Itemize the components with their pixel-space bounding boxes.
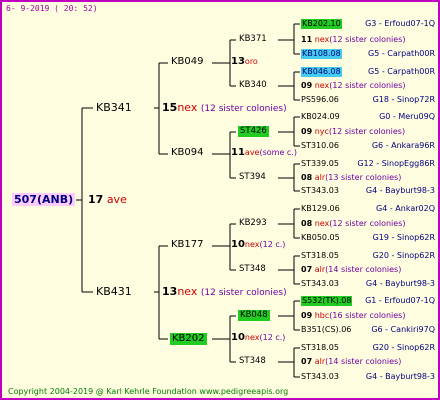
g4-id-1: KB108.08 xyxy=(301,49,342,59)
g4-id-13: B351(CS).06 xyxy=(301,325,352,334)
connector-kb048 xyxy=(278,300,300,331)
ggp-year-7: 07 alr(14 sister colonies) xyxy=(301,357,402,366)
copyright-footer: Copyright 2004-2019 @ Karl Kehrle Founda… xyxy=(8,387,289,396)
mother-kb341-year: 15nex (12 sister colonies) xyxy=(162,101,287,114)
ggp-kb340: KB340 xyxy=(239,80,267,90)
g4-id-0: KB202.10 xyxy=(301,19,342,29)
g4-loc-11: G4 - Bayburt98-3 xyxy=(365,279,435,288)
g4-id-10: ST318.05 xyxy=(301,251,339,260)
g4-id-12: S532(TK).08 xyxy=(301,296,353,306)
grandparent-kb049: KB049 xyxy=(171,56,204,67)
grandparent-kb094-year: 11ave(some c.) xyxy=(231,147,297,158)
g4-loc-6: G12 - SinopEgg86R xyxy=(357,159,435,168)
g4-id-9: KB050.05 xyxy=(301,233,340,242)
g4-id-7: ST343.03 xyxy=(301,186,339,195)
ggp-year-1: 09 nex(12 sister colonies) xyxy=(301,81,406,90)
g4-id-6: ST339.05 xyxy=(301,159,339,168)
ggp-year-2: 09 nyc(12 sister colonies) xyxy=(301,127,406,136)
ggp-year-3: 08 alr(13 sister colonies) xyxy=(301,173,402,182)
g4-loc-12: G1 - Erfoud07-1Q xyxy=(365,296,435,305)
root-year-label: 17 ave xyxy=(88,193,127,206)
g4-id-11: ST343.03 xyxy=(301,279,339,288)
connector-kb340 xyxy=(278,71,300,101)
grandparent-kb049-year: 13oro xyxy=(231,56,258,67)
connector-st426 xyxy=(278,116,300,147)
g4-loc-8: G4 - Ankar02Q xyxy=(376,204,435,213)
g4-id-5: ST310.06 xyxy=(301,141,339,150)
ggp-st394: ST394 xyxy=(239,172,266,182)
ggp-st348-a: ST348 xyxy=(239,264,266,274)
connector-kb293 xyxy=(278,208,300,239)
g4-loc-13: G6 - Cankiri97Q xyxy=(371,325,435,334)
ggp-kb371: KB371 xyxy=(239,34,267,44)
grandparent-kb177: KB177 xyxy=(171,239,204,250)
g4-loc-5: G6 - Ankara96R xyxy=(371,141,435,150)
pedigree-frame: 6- 9-2019 ( 20: 52) 507(ANB) 17 ave KB34… xyxy=(0,0,440,400)
connector-st348-b xyxy=(278,347,300,378)
father-kb431-year: 13nex (12 sister colonies) xyxy=(162,285,287,298)
g4-loc-2: G5 - Carpath00R xyxy=(368,67,435,76)
connector-kb371 xyxy=(278,23,300,55)
g4-loc-15: G4 - Bayburt98-3 xyxy=(365,372,435,381)
grandparent-kb202: KB202 xyxy=(170,333,207,345)
g4-id-4: KB024.09 xyxy=(301,112,340,121)
timestamp: 6- 9-2019 ( 20: 52) xyxy=(6,4,98,13)
g4-id-8: KB129.06 xyxy=(301,204,340,213)
father-kb431: KB431 xyxy=(96,285,132,298)
grandparent-kb202-year: 10nex(12 c.) xyxy=(231,332,286,343)
g4-id-14: ST318.05 xyxy=(301,343,339,352)
root-queen: 507(ANB) xyxy=(12,193,76,206)
g4-loc-3: G18 - Sinop72R xyxy=(372,95,435,104)
ggp-year-4: 08 nex(12 sister colonies) xyxy=(301,219,406,228)
g4-id-2: KB046.08 xyxy=(301,67,342,77)
connector-st348-a xyxy=(278,255,300,285)
g4-loc-10: G20 - Sinop62R xyxy=(372,251,435,260)
ggp-kb048: KB048 xyxy=(238,310,270,321)
g4-loc-9: G19 - Sinop62R xyxy=(372,233,435,242)
g4-id-15: ST343.03 xyxy=(301,372,339,381)
g4-loc-0: G3 - Erfoud07-1Q xyxy=(365,19,435,28)
grandparent-kb094: KB094 xyxy=(171,147,204,158)
grandparent-kb177-year: 10nex(12 c.) xyxy=(231,239,286,250)
g4-loc-4: G0 - Meru09Q xyxy=(379,112,435,121)
ggp-st348-b: ST348 xyxy=(239,356,266,366)
mother-kb341: KB341 xyxy=(96,101,132,114)
ggp-year-6: 09 hbc(16 sister colonies) xyxy=(301,311,406,320)
ggp-year-5: 07 alr(14 sister colonies) xyxy=(301,265,402,274)
g4-id-3: PS596.06 xyxy=(301,95,339,104)
ggp-year-0: 11 nex(12 sister colonies) xyxy=(301,35,406,44)
g4-loc-7: G4 - Bayburt98-3 xyxy=(365,186,435,195)
g4-loc-1: G5 - Carpath00R xyxy=(368,49,435,58)
ggp-kb293: KB293 xyxy=(239,218,267,228)
ggp-st426: ST426 xyxy=(238,126,269,137)
connector-st394 xyxy=(278,163,300,192)
g4-loc-14: G20 - Sinop62R xyxy=(372,343,435,352)
